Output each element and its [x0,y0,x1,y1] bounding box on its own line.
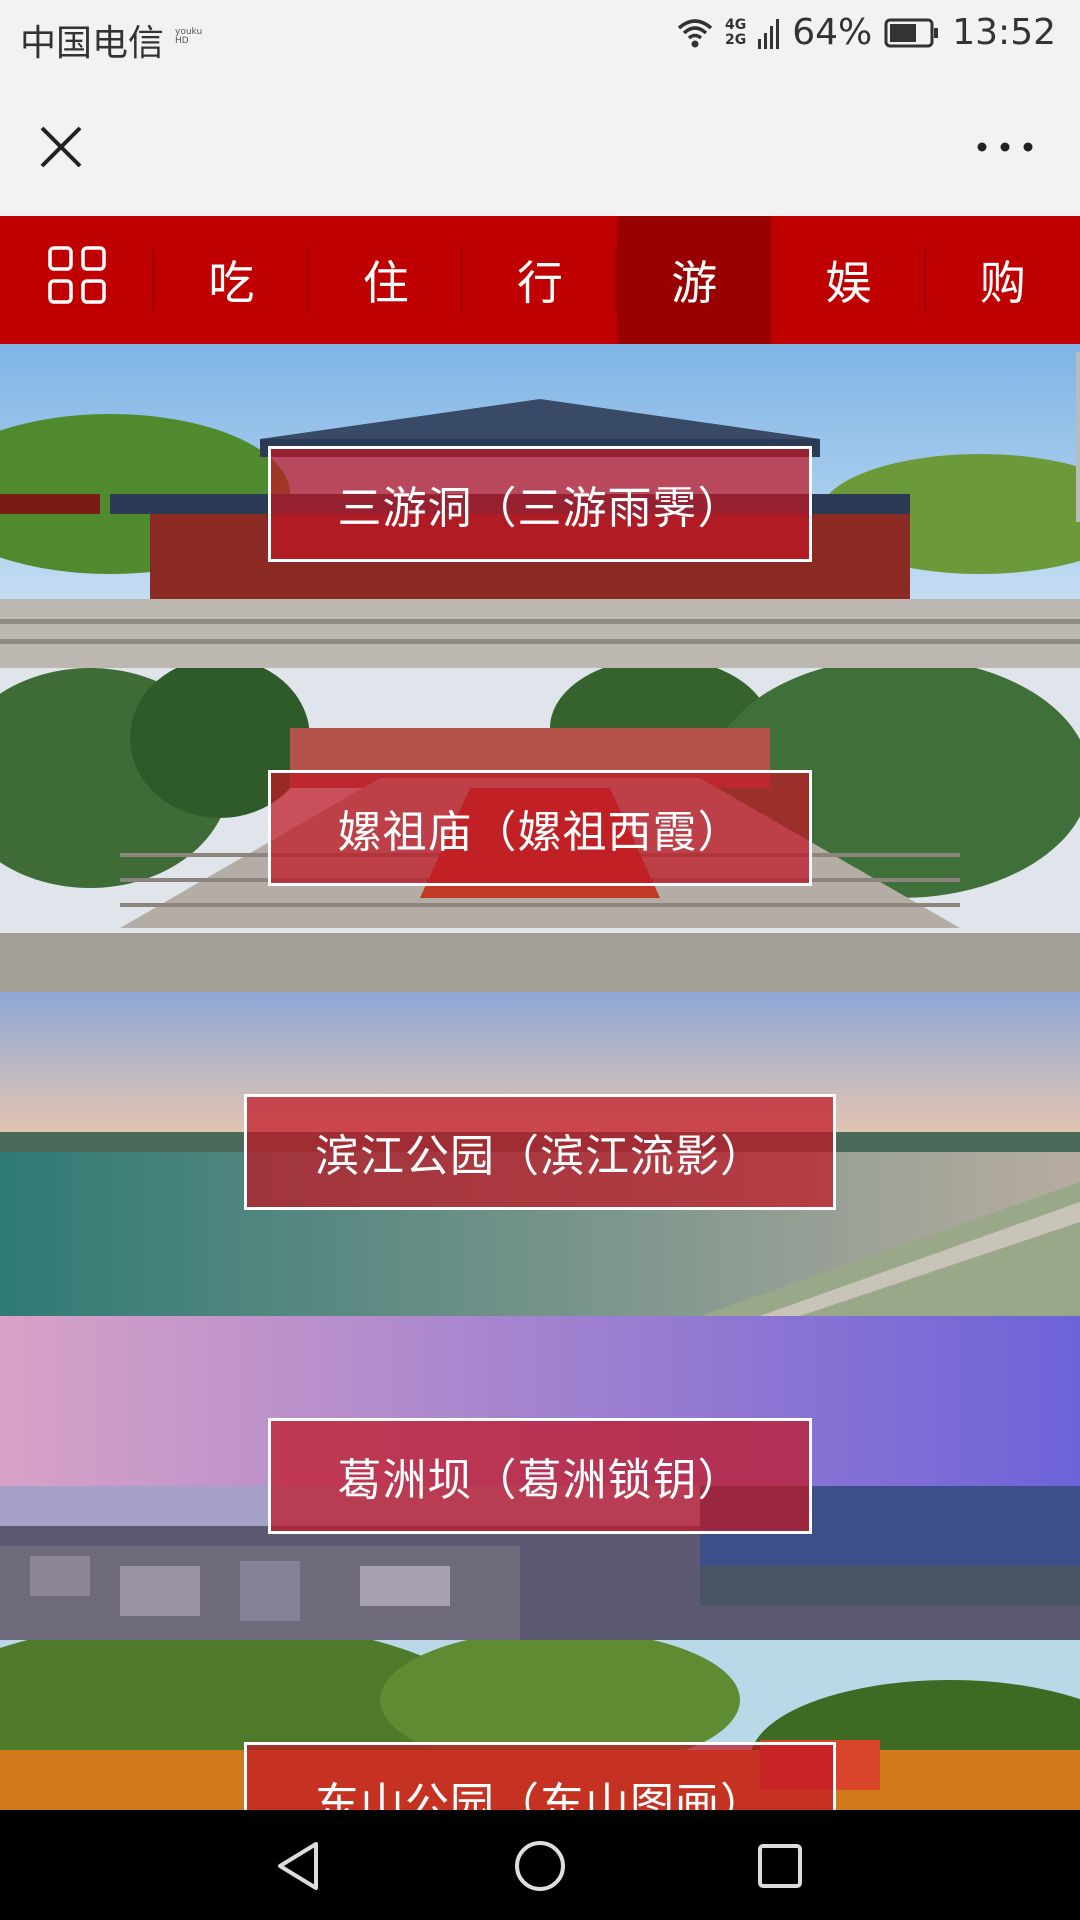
wifi-icon [677,18,713,48]
tab-stay[interactable]: 住 [309,216,464,344]
spot-card-dongshan[interactable]: 东山公园（东山图画） [0,1640,1080,1810]
spot-label: 滨江公园（滨江流影） [244,1094,836,1210]
recents-icon[interactable] [752,1838,808,1898]
tab-tour[interactable]: 游 [617,216,772,344]
scrollbar[interactable] [1076,352,1080,522]
battery-icon [884,18,940,48]
scenic-spot-list: 三游洞（三游雨霁） 嫘祖庙（嫘祖西霞） 滨江公园（滨江流影） 葛洲坝（葛洲锁钥）… [0,344,1080,1810]
spot-label: 嫘祖庙（嫘祖西霞） [268,770,812,886]
close-icon[interactable] [26,112,96,182]
signal-icon [758,17,780,49]
network-type: 4G 2G [725,16,747,48]
home-icon[interactable] [512,1838,568,1898]
carrier-mini-badge: youku HD [175,27,203,46]
grid-menu-button[interactable] [0,216,155,344]
tab-travel[interactable]: 行 [463,216,618,344]
tab-shopping[interactable]: 购 [926,216,1080,344]
carrier-name: 中国电信 [20,23,165,64]
clock: 13:52 [952,12,1056,53]
spot-card-gezhouba[interactable]: 葛洲坝（葛洲锁钥） [0,1316,1080,1640]
battery-percent: 64% [792,12,873,53]
spot-card-sanyoudong[interactable]: 三游洞（三游雨霁） [0,344,1080,668]
grid-icon [47,245,107,316]
back-icon[interactable] [272,1838,328,1898]
spot-label: 三游洞（三游雨霁） [268,446,812,562]
spot-label: 葛洲坝（葛洲锁钥） [268,1418,812,1534]
category-nav: 吃 住 行 游 娱 购 [0,216,1080,344]
spot-card-leizumiao[interactable]: 嫘祖庙（嫘祖西霞） [0,668,1080,992]
more-icon[interactable] [970,127,1040,167]
spot-label: 东山公园（东山图画） [244,1742,836,1810]
spot-card-binjiang[interactable]: 滨江公园（滨江流影） [0,992,1080,1316]
status-right: 4G 2G 64% 13:52 [677,12,1056,53]
status-bar: 中国电信 youku HD 4G 2G 64% 13:52 [0,0,1080,72]
tab-eat[interactable]: 吃 [154,216,309,344]
tab-entertainment[interactable]: 娱 [771,216,926,344]
title-bar [0,72,1080,216]
system-navigation-bar [0,1810,1080,1920]
